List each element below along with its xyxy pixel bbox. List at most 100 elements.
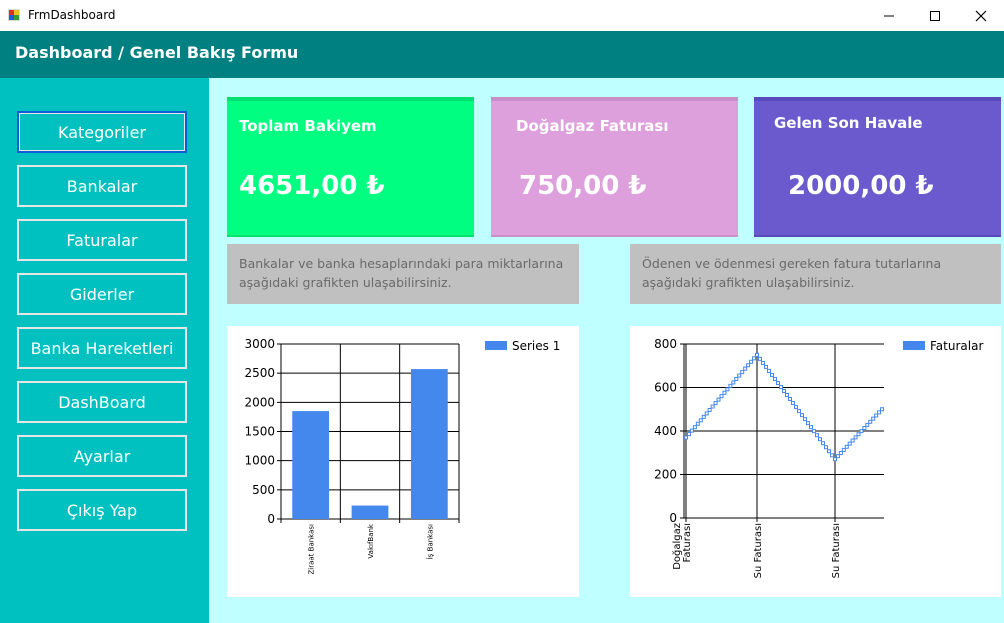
line-point <box>734 376 739 381</box>
line-point <box>740 370 745 375</box>
line-point <box>797 409 801 414</box>
sidebar-item-kategoriler[interactable]: Kategoriler <box>17 111 187 153</box>
line-point <box>812 429 816 434</box>
line-point <box>684 435 688 440</box>
sidebar-item-ayarlar[interactable]: Ayarlar <box>17 435 187 477</box>
line-point <box>689 428 694 433</box>
line-point <box>770 372 774 377</box>
line-point <box>830 453 834 458</box>
maximize-button[interactable] <box>912 0 958 31</box>
line-point <box>692 425 697 430</box>
line-point <box>707 407 712 412</box>
line-point <box>731 380 736 385</box>
legend-label: Series 1 <box>512 339 560 353</box>
y-tick-label: 0 <box>669 511 677 525</box>
app-icon <box>8 9 20 21</box>
x-tick-label: Ziraat Bankası <box>308 524 316 575</box>
line-point <box>874 413 879 418</box>
line-point <box>764 364 768 369</box>
x-tick-label: Faturası <box>682 523 693 562</box>
line-point <box>809 425 813 430</box>
line-point <box>755 352 759 357</box>
x-tick-label: Su Faturası <box>831 523 842 578</box>
line-point <box>698 418 703 423</box>
minimize-button[interactable] <box>866 0 912 31</box>
y-tick-label: 2000 <box>244 395 275 409</box>
line-point <box>844 444 849 449</box>
line-point <box>767 368 771 373</box>
y-tick-label: 0 <box>267 512 275 526</box>
line-point <box>779 384 783 389</box>
line-point <box>877 410 882 415</box>
y-tick-label: 600 <box>654 381 677 395</box>
line-point <box>725 387 730 392</box>
legend-label: Faturalar <box>930 339 983 353</box>
line-point <box>782 389 786 394</box>
line-point <box>785 393 789 398</box>
card-value: 4651,00 ₺ <box>239 171 385 201</box>
y-tick-label: 1500 <box>244 425 275 439</box>
y-tick-label: 200 <box>654 468 677 482</box>
line-point <box>815 433 819 438</box>
y-tick-label: 800 <box>654 337 677 351</box>
line-point <box>868 419 873 424</box>
maximize-icon <box>930 10 940 21</box>
sidebar-item-bankalar[interactable]: Bankalar <box>17 165 187 207</box>
line-point <box>758 356 762 361</box>
y-tick-label: 400 <box>654 424 677 438</box>
line-point <box>821 441 825 446</box>
window-titlebar: FrmDashboard <box>0 0 1004 31</box>
sidebar-item-giderler[interactable]: Giderler <box>17 273 187 315</box>
line-point <box>856 432 861 437</box>
line-point <box>704 411 709 416</box>
close-button[interactable] <box>958 0 1004 31</box>
line-point <box>773 376 777 381</box>
line-point <box>824 445 828 450</box>
header-bar: Dashboard / Genel Bakış Formu <box>0 31 1004 78</box>
main-content: Toplam Bakiyem 4651,00 ₺ Doğalgaz Fatura… <box>209 78 1004 623</box>
bill-info-text: Ödenen ve ödenmesi gereken fatura tutarl… <box>630 244 1001 304</box>
line-point <box>803 417 807 422</box>
bills-chart: 0 200 400 600 800 Doğalgaz Faturası Su Faturası… <box>630 326 1001 597</box>
x-tick-label: VakıfBank <box>367 523 375 559</box>
card-value: 2000,00 ₺ <box>788 171 934 201</box>
minimize-icon <box>884 15 894 16</box>
line-point <box>713 401 718 406</box>
line-point <box>743 366 748 371</box>
line-point <box>806 421 810 426</box>
total-balance-card: Toplam Bakiyem 4651,00 ₺ <box>227 97 474 237</box>
line-point <box>752 356 757 361</box>
gas-bill-card: Doğalgaz Faturası 750,00 ₺ <box>491 97 738 237</box>
line-point <box>880 407 884 412</box>
bank-balance-chart: 0 500 1000 1500 2000 2500 3000 Ziraat Bankası Va… <box>227 326 579 597</box>
line-point <box>838 451 843 456</box>
bar <box>292 411 330 519</box>
line-point <box>835 454 840 459</box>
window-title: FrmDashboard <box>28 8 116 22</box>
sidebar-item-cikis-yap[interactable]: Çıkış Yap <box>17 489 187 531</box>
line-point <box>841 447 846 452</box>
line-point <box>794 405 798 410</box>
line-point <box>749 359 754 364</box>
line-point <box>761 360 765 365</box>
sidebar-item-banka-hareketleri[interactable]: Banka Hareketleri <box>17 327 187 369</box>
line-point <box>728 383 733 388</box>
line-point <box>686 432 691 437</box>
y-tick-label: 2500 <box>244 366 275 380</box>
line-point <box>722 390 727 395</box>
line-point <box>710 404 715 409</box>
line-point <box>719 394 724 399</box>
line-point <box>827 449 831 454</box>
x-tick-label: Su Faturası <box>753 523 764 578</box>
line-point <box>695 421 700 426</box>
legend-swatch <box>903 341 925 350</box>
line-point <box>716 397 721 402</box>
line-point <box>737 373 742 378</box>
sidebar-item-faturalar[interactable]: Faturalar <box>17 219 187 261</box>
bank-info-text: Bankalar ve banka hesaplarındaki para mi… <box>227 244 579 304</box>
bar <box>351 505 389 519</box>
sidebar-item-dashboard[interactable]: DashBoard <box>17 381 187 423</box>
line-point <box>862 426 867 431</box>
line-point <box>791 401 795 406</box>
line-point <box>746 363 751 368</box>
